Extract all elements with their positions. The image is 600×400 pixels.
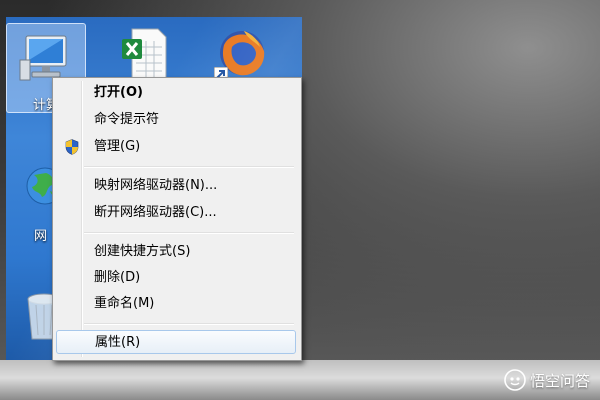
firefox-icon: [220, 31, 265, 76]
excel-icon: [122, 28, 167, 82]
menu-item-manage-label: 管理(G): [94, 139, 141, 154]
watermark: 悟空问答: [504, 368, 590, 392]
menu-item-command-prompt[interactable]: 命令提示符: [56, 108, 296, 132]
menu-item-manage[interactable]: 管理(G): [56, 135, 296, 159]
wukong-logo-icon: [504, 369, 526, 391]
watermark-text: 悟空问答: [529, 371, 590, 390]
menu-item-properties[interactable]: 属性(R): [56, 330, 296, 354]
menu-separator: [84, 166, 294, 168]
menu-item-delete[interactable]: 删除(D): [56, 266, 296, 290]
menu-item-create-shortcut[interactable]: 创建快捷方式(S): [56, 240, 296, 264]
menu-item-disconnect-network-drive[interactable]: 断开网络驱动器(C)...: [56, 201, 296, 225]
menu-separator: [84, 323, 294, 325]
menu-item-open[interactable]: 打开(O): [56, 81, 296, 105]
uac-shield-icon: [65, 139, 79, 155]
context-menu: 打开(O) 命令提示符 管理(G) 映射网络驱动器(N)... 断开网络驱动器(…: [52, 77, 302, 361]
menu-item-rename[interactable]: 重命名(M): [56, 292, 296, 316]
menu-separator: [84, 232, 294, 234]
menu-item-map-network-drive[interactable]: 映射网络驱动器(N)...: [56, 174, 296, 198]
